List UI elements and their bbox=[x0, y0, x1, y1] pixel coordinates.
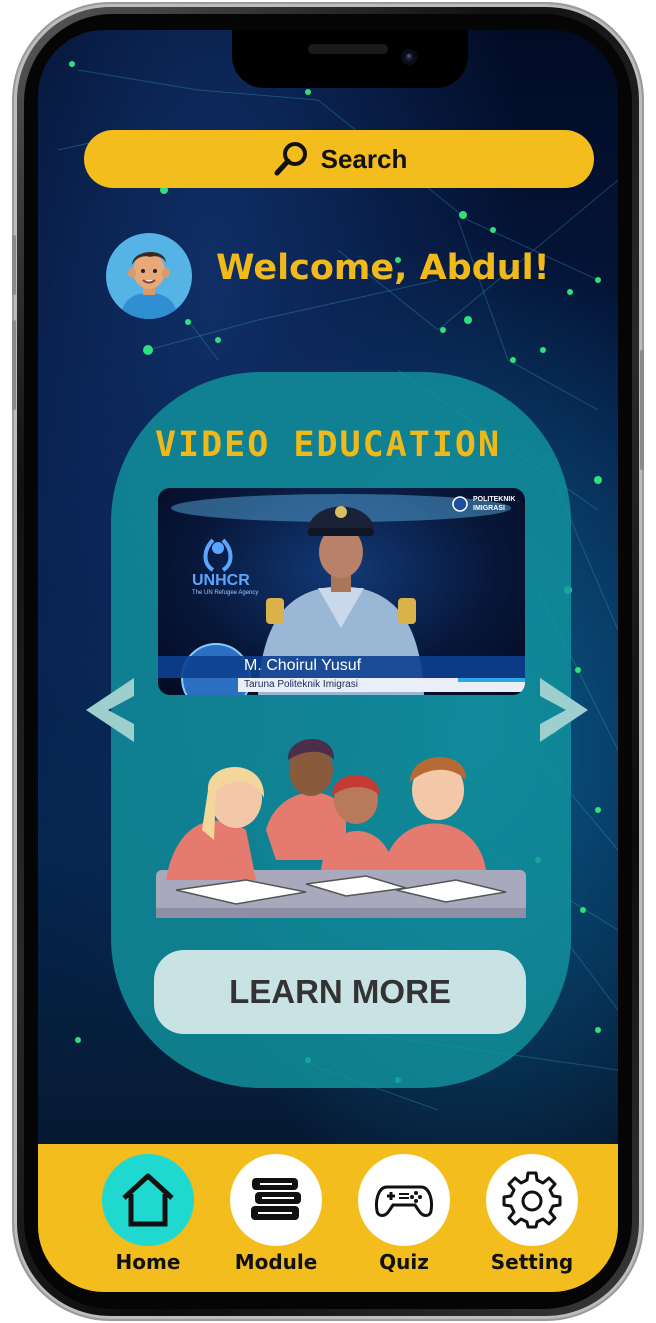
video-thumbnail[interactable]: UNHCR The UN Refugee Agency POLITEKNIK I… bbox=[158, 488, 525, 695]
nav-label-setting: Setting bbox=[490, 1250, 574, 1274]
notch bbox=[232, 30, 468, 88]
nav-label-module: Module bbox=[234, 1250, 318, 1274]
section-title: VIDEO EDUCATION bbox=[154, 425, 502, 465]
gear-icon bbox=[502, 1171, 562, 1229]
front-camera bbox=[401, 49, 417, 65]
phone-side-button bbox=[12, 320, 16, 410]
learn-more-label: LEARN MORE bbox=[229, 973, 451, 1010]
nav-setting-circle bbox=[486, 1154, 578, 1246]
books-icon bbox=[251, 1178, 301, 1220]
video-speaker-name: M. Choirul Yusuf bbox=[244, 657, 362, 674]
video-left-logo-sub: The UN Refugee Agency bbox=[192, 590, 259, 596]
earpiece-speaker bbox=[308, 44, 388, 54]
bottom-nav: Home Module Quiz Setting bbox=[38, 1144, 618, 1292]
nav-item-quiz[interactable]: Quiz bbox=[354, 1154, 454, 1284]
nav-label-home: Home bbox=[115, 1250, 181, 1274]
nav-quiz-circle bbox=[358, 1154, 450, 1246]
chevron-right-icon[interactable] bbox=[538, 678, 588, 742]
video-right-logo-line1: POLITEKNIK bbox=[473, 496, 516, 503]
search-icon bbox=[274, 142, 307, 176]
phone-side-button bbox=[640, 350, 644, 470]
nav-module-circle bbox=[230, 1154, 322, 1246]
home-icon bbox=[122, 1173, 174, 1227]
app-screen: Search Welcome, Abdul! VIDEO EDUCATION U… bbox=[38, 30, 618, 1292]
nav-item-module[interactable]: Module bbox=[226, 1154, 326, 1284]
nav-item-home[interactable]: Home bbox=[98, 1154, 198, 1284]
students-illustration bbox=[156, 738, 526, 918]
phone-side-button bbox=[12, 235, 16, 295]
search-label: Search bbox=[320, 143, 408, 174]
chevron-left-icon[interactable] bbox=[86, 678, 136, 742]
video-left-logo: UNHCR bbox=[192, 572, 250, 589]
nav-item-setting[interactable]: Setting bbox=[482, 1154, 582, 1284]
welcome-greeting: Welcome, Abdul! bbox=[216, 248, 550, 288]
user-avatar-icon bbox=[120, 251, 178, 319]
nav-home-circle bbox=[102, 1154, 194, 1246]
gamepad-icon bbox=[375, 1185, 433, 1217]
video-speaker-role: Taruna Politeknik Imigrasi bbox=[244, 679, 358, 690]
learn-more-button[interactable]: LEARN MORE bbox=[154, 950, 526, 1034]
search-bar[interactable]: Search bbox=[84, 130, 594, 188]
avatar[interactable] bbox=[106, 233, 192, 319]
nav-label-quiz: Quiz bbox=[379, 1250, 429, 1274]
video-right-logo-line2: IMIGRASI bbox=[473, 505, 505, 512]
